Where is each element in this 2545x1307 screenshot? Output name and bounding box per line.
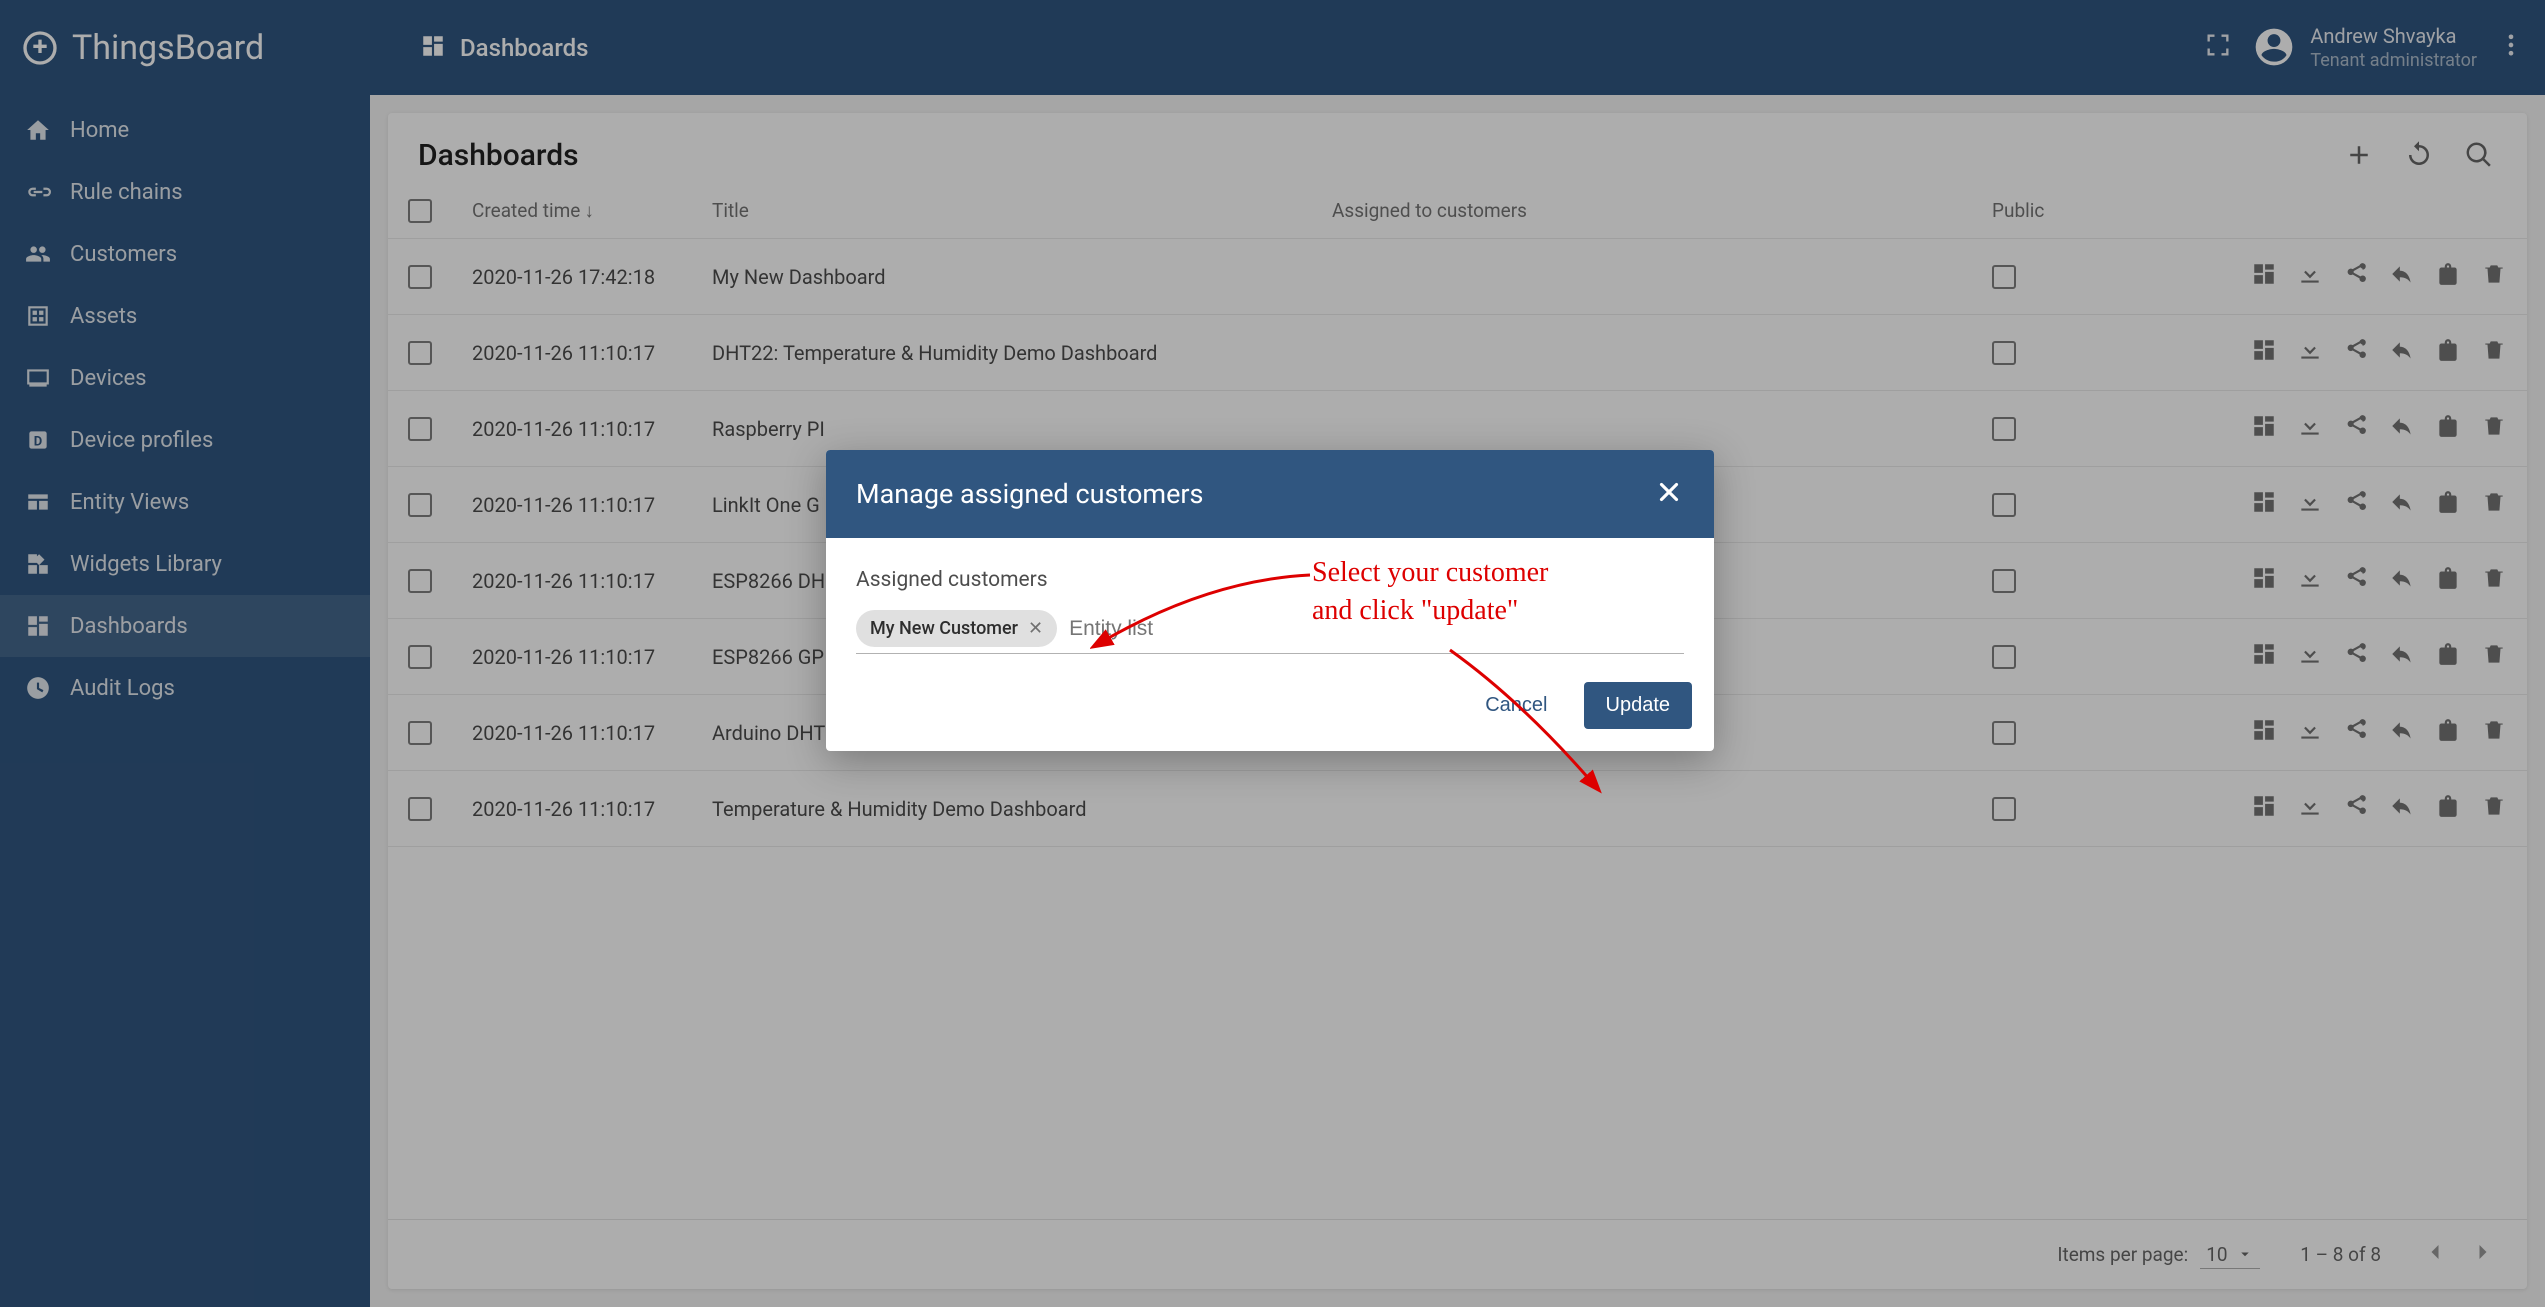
assigned-customers-label: Assigned customers: [856, 568, 1684, 592]
cancel-button[interactable]: Cancel: [1467, 682, 1565, 729]
chip-remove-button[interactable]: ✕: [1028, 618, 1043, 639]
close-icon: [1654, 477, 1684, 507]
entity-list-text-input[interactable]: [1069, 611, 1684, 647]
customer-chip: My New Customer ✕: [856, 610, 1057, 647]
dialog-body: Assigned customers My New Customer ✕: [826, 538, 1714, 664]
update-button[interactable]: Update: [1584, 682, 1693, 729]
dialog-actions: Cancel Update: [826, 664, 1714, 751]
dialog-header: Manage assigned customers: [826, 450, 1714, 538]
manage-customers-dialog: Manage assigned customers Assigned custo…: [826, 450, 1714, 751]
entity-list-input[interactable]: My New Customer ✕: [856, 610, 1684, 654]
dialog-title: Manage assigned customers: [856, 478, 1203, 510]
dialog-close-button[interactable]: [1654, 477, 1684, 511]
